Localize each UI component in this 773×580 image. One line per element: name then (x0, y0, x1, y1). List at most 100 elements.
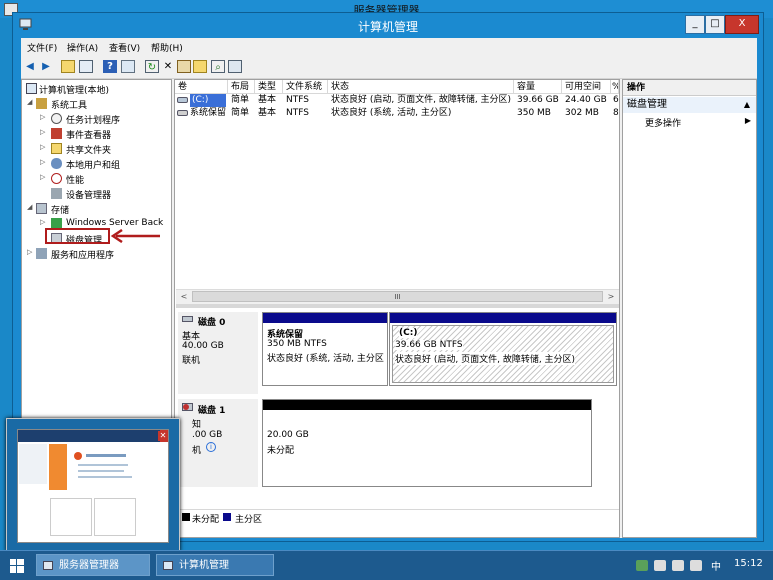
collapse-up-icon[interactable]: ▲ (744, 97, 750, 113)
tree-item-device-manager[interactable]: 设备管理器 (22, 187, 172, 201)
collapse-arrow-icon[interactable]: ▷ (40, 113, 48, 121)
tree-item-services[interactable]: ▷ 服务和应用程序 (22, 247, 172, 261)
forward-icon[interactable]: ▶ (39, 60, 53, 73)
thumbnail-close-button[interactable]: ✕ (158, 431, 168, 441)
properties-sheet-icon[interactable] (177, 60, 191, 73)
tray-speaker-icon[interactable] (654, 560, 666, 571)
partition-system-reserved[interactable]: 系统保留 350 MB NTFS 状态良好 (系统, 活动, 主分区 (262, 312, 388, 386)
menu-help[interactable]: 帮助(H) (151, 41, 183, 54)
help-icon[interactable]: ? (103, 60, 117, 73)
more-actions[interactable]: 更多操作 ▶ (645, 116, 755, 130)
table-cell: 基本 (258, 95, 277, 105)
tree-item-storage[interactable]: ◢ 存储 (22, 202, 172, 216)
close-button[interactable]: X (725, 15, 759, 34)
taskbar-server-manager[interactable]: 服务器管理器 (36, 554, 150, 576)
pane-splitter[interactable] (176, 304, 619, 308)
tray-network-icon[interactable] (636, 560, 648, 571)
disk-icon (182, 316, 193, 322)
red-arrow-icon (110, 229, 160, 243)
table-row[interactable]: 系统保留 简单 基本 NTFS 状态良好 (系统, 活动, 主分区) 350 M… (175, 107, 619, 120)
tray-flag-icon[interactable] (690, 560, 702, 571)
performance-icon (51, 173, 62, 184)
unallocated-swatch (182, 513, 190, 521)
tree-label-device-manager: 设备管理器 (66, 191, 112, 201)
info-icon[interactable]: i (206, 442, 216, 452)
scroll-right-button[interactable]: > (604, 291, 618, 303)
table-cell: 状态良好 (系统, 活动, 主分区) (331, 108, 452, 118)
table-cell: 350 MB (517, 108, 551, 118)
up-folder-icon[interactable] (61, 60, 75, 73)
disk1-label[interactable]: 磁盘 1 知 .00 GB 机 i (178, 399, 258, 487)
back-icon[interactable]: ◀ (23, 60, 37, 73)
table-cell: 24.40 GB (565, 95, 607, 105)
col-header-volume[interactable]: 卷 (175, 80, 228, 94)
tree-label-event-viewer: 事件查看器 (66, 131, 112, 141)
tree-item-root[interactable]: 计算机管理(本地) (22, 82, 172, 96)
disk-management-pane: 卷 布局 类型 文件系统 状态 容量 可用空间 % (C:) 简单 基本 NTF… (174, 79, 620, 538)
collapse-arrow-icon[interactable]: ▷ (27, 248, 35, 256)
maximize-button[interactable]: □ (705, 15, 725, 34)
search-icon[interactable]: ⌕ (211, 60, 225, 73)
partition-c[interactable]: (C:) 39.66 GB NTFS 状态良好 (启动, 页面文件, 故障转储,… (389, 312, 617, 386)
thumbnail-titlebar (18, 430, 168, 442)
table-cell: NTFS (286, 95, 309, 105)
delete-icon[interactable]: ✕ (161, 60, 175, 73)
thumbnail-line (86, 454, 126, 457)
tree-item-shared-folders[interactable]: ▷ 共享文件夹 (22, 142, 172, 156)
taskbar-computer-management[interactable]: 计算机管理 (156, 554, 274, 576)
open-folder-icon[interactable] (193, 60, 207, 73)
disk0-label[interactable]: 磁盘 0 基本 40.00 GB 联机 (178, 312, 258, 394)
col-header-filesystem[interactable]: 文件系统 (283, 80, 328, 94)
taskbar-thumbnail-preview[interactable]: ✕ (6, 418, 180, 552)
collapse-arrow-icon[interactable]: ▷ (40, 143, 48, 151)
actions-group-label: 磁盘管理 (627, 99, 667, 110)
input-method-indicator[interactable]: 中 (711, 558, 721, 573)
tree-item-task-scheduler[interactable]: ▷ 任务计划程序 (22, 112, 172, 126)
table-row[interactable]: (C:) 简单 基本 NTFS 状态良好 (启动, 页面文件, 故障转储, 主分… (175, 94, 619, 107)
windows-start-icon[interactable] (10, 559, 24, 573)
tree-item-event-viewer[interactable]: ▷ 事件查看器 (22, 127, 172, 141)
disk-graphical-view: 磁盘 0 基本 40.00 GB 联机 系统保留 350 MB NTFS 状态良… (176, 304, 619, 537)
minimize-button[interactable]: _ (685, 15, 705, 34)
expand-arrow-icon[interactable]: ◢ (27, 203, 35, 211)
col-header-status[interactable]: 状态 (328, 80, 514, 94)
system-clock[interactable]: 15:12 (734, 558, 763, 569)
tray-action-center-icon[interactable] (672, 560, 684, 571)
collapse-arrow-icon[interactable]: ▷ (40, 218, 48, 226)
menu-action[interactable]: 操作(A) (67, 41, 98, 54)
collapse-arrow-icon[interactable]: ▷ (40, 158, 48, 166)
collapse-arrow-icon[interactable]: ▷ (40, 173, 48, 181)
show-tree-icon[interactable] (79, 60, 93, 73)
services-icon (36, 248, 47, 259)
col-header-capacity[interactable]: 容量 (514, 80, 562, 94)
partition-name: (C:) (399, 328, 418, 338)
partition-unallocated[interactable]: 20.00 GB 未分配 (262, 399, 592, 487)
col-header-type[interactable]: 类型 (255, 80, 283, 94)
actions-group-disk-management[interactable]: 磁盘管理 ▲ (623, 97, 756, 113)
actions-pane: 操作 磁盘管理 ▲ 更多操作 ▶ (622, 79, 757, 538)
list-view-icon[interactable] (228, 60, 242, 73)
col-header-percent[interactable]: % (611, 80, 619, 94)
tree-item-system-tools[interactable]: ◢ 系统工具 (22, 97, 172, 111)
col-header-layout[interactable]: 布局 (228, 80, 255, 94)
tree-item-local-users[interactable]: ▷ 本地用户和组 (22, 157, 172, 171)
table-cell: 系统保留 (190, 108, 227, 118)
tree-label-windows-backup: Windows Server Back (66, 218, 164, 228)
menu-file[interactable]: 文件(F) (27, 41, 57, 54)
scroll-thumb[interactable]: III (192, 291, 603, 302)
thumbnail-line (78, 470, 124, 472)
tree-label-performance: 性能 (66, 176, 85, 186)
legend-unallocated: 未分配 (192, 515, 220, 525)
scroll-left-button[interactable]: < (177, 291, 191, 303)
tree-item-performance[interactable]: ▷ 性能 (22, 172, 172, 186)
expand-arrow-icon[interactable]: ◢ (27, 98, 35, 106)
collapse-arrow-icon[interactable]: ▷ (40, 128, 48, 136)
server-manager-icon (43, 561, 53, 570)
col-header-free[interactable]: 可用空间 (562, 80, 611, 94)
tools-icon (36, 98, 47, 109)
legend-primary: 主分区 (235, 515, 263, 525)
menu-view[interactable]: 查看(V) (109, 41, 140, 54)
horizontal-scrollbar[interactable]: < III > (176, 289, 619, 304)
properties-icon[interactable] (121, 60, 135, 73)
refresh-icon[interactable]: ↻ (145, 60, 159, 73)
